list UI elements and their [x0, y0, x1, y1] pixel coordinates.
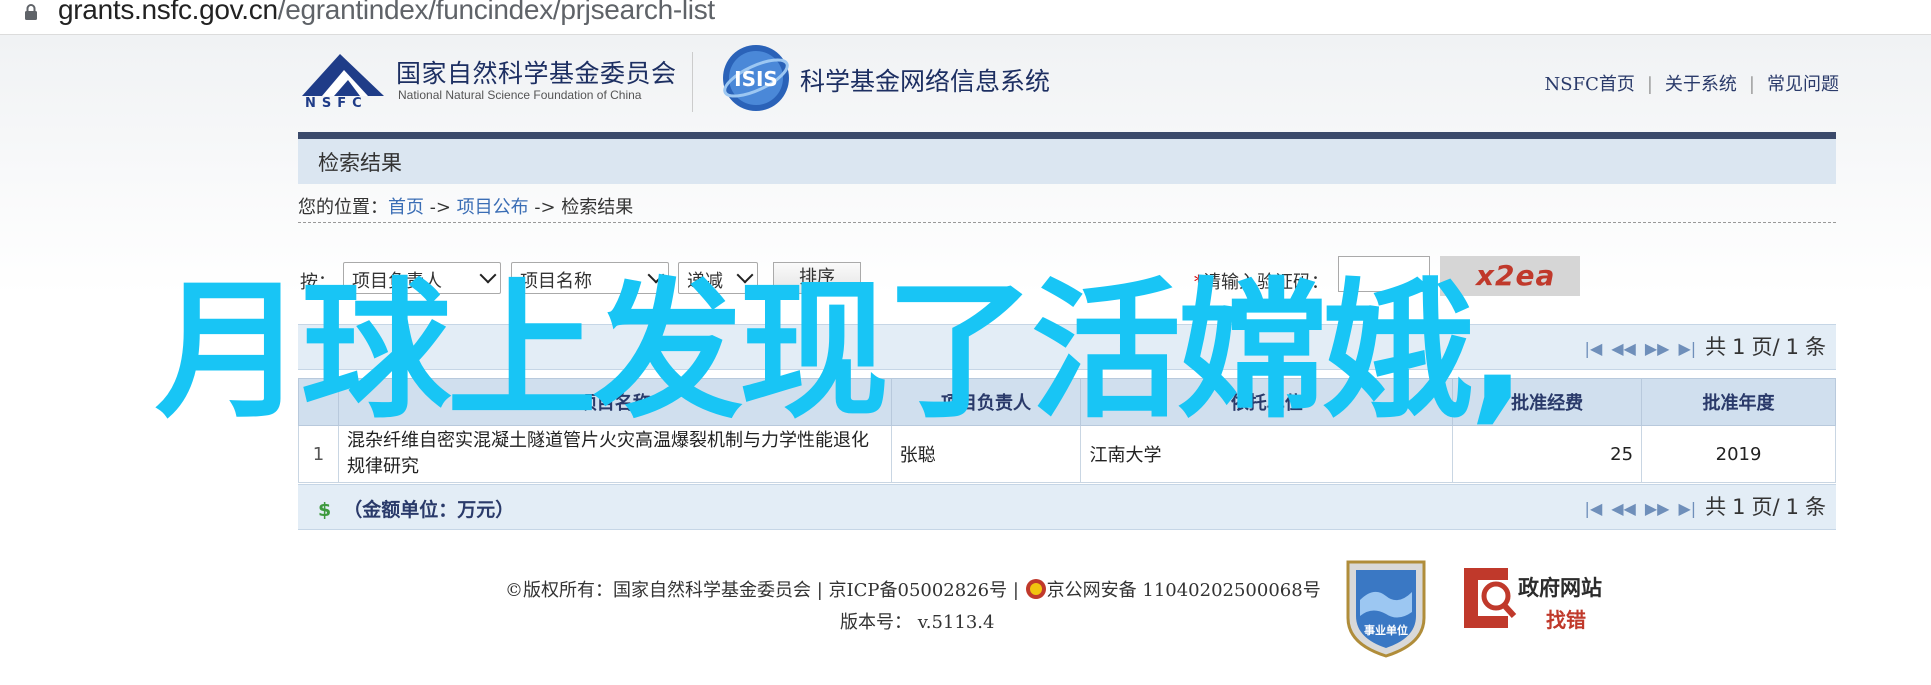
sort-button[interactable]: 排序: [773, 262, 861, 294]
pager-middle: 页/: [1751, 335, 1780, 359]
pager-suffix: 条: [1805, 495, 1826, 519]
sort-order-select[interactable]: 递减: [678, 262, 758, 294]
prev-page-icon[interactable]: ◀◀: [1611, 499, 1636, 518]
last-page-icon[interactable]: ▶|: [1678, 339, 1696, 358]
amount-unit-text: （金额单位：万元）: [343, 499, 515, 521]
table-header-row: 项目名称 项目负责人 依托单位 批准经费 批准年度: [298, 378, 1836, 426]
amount-unit-note: $ （金额单位：万元）: [318, 495, 514, 522]
sort-label: 按：: [300, 272, 336, 293]
chevron-down-icon: [479, 266, 497, 284]
breadcrumb-current: 检索结果: [561, 197, 634, 218]
shield-label: 事业单位: [1364, 623, 1408, 637]
nav-faq[interactable]: 常见问题: [1767, 74, 1839, 95]
pager-bar-top: |◀ ◀◀ ▶▶ ▶| 共 1 页/1 条: [298, 324, 1836, 370]
results-table: 项目名称 项目负责人 依托单位 批准经费 批准年度 1 混杂纤维自密实混凝土隧道…: [298, 378, 1836, 483]
breadcrumb: 您的位置：首页 -> 项目公布 -> 检索结果: [298, 193, 633, 219]
first-page-icon[interactable]: |◀: [1585, 339, 1603, 358]
sort-field2-select[interactable]: 项目名称: [511, 262, 669, 294]
funding-cell: 25: [1452, 425, 1643, 483]
url-path: /egrantindex/funcindex/prjsearch-list: [277, 0, 715, 25]
lock-icon: [25, 4, 37, 20]
project-name-cell[interactable]: 混杂纤维自密实混凝土隧道管片火灾高温爆裂机制与力学性能退化规律研究: [337, 425, 892, 483]
sort-order-value: 递减: [687, 271, 723, 292]
org-name-cn: 国家自然科学基金委员会: [396, 59, 677, 88]
gov-site-label[interactable]: 政府网站: [1518, 572, 1602, 602]
system-title: 科学基金网络信息系统: [800, 67, 1051, 96]
breadcrumb-sep: ->: [429, 197, 451, 218]
column-header[interactable]: 批准年度: [1641, 378, 1836, 426]
required-mark: *: [1194, 272, 1203, 293]
pager-suffix: 条: [1805, 335, 1826, 359]
pager-current: 1: [1732, 335, 1746, 359]
pager-bottom: |◀ ◀◀ ▶▶ ▶| 共 1 页/1 条: [1585, 491, 1826, 521]
url-host: grants.nsfc.gov.cn: [58, 0, 278, 25]
section-title-bar: 检索结果: [298, 139, 1836, 184]
institution-shield-icon[interactable]: 事业单位: [1344, 556, 1428, 658]
browser-address-bar[interactable]: grants.nsfc.gov.cn/egrantindex/funcindex…: [0, 0, 1931, 35]
pager-top: |◀ ◀◀ ▶▶ ▶| 共 1 页/1 条: [1585, 331, 1826, 361]
next-page-icon[interactable]: ▶▶: [1645, 499, 1670, 518]
copyright-line: ©版权所有：国家自然科学基金委员会 | 京ICP备05002826号 | 京公网…: [505, 576, 1321, 602]
version-text: 版本号： v.5113.4: [840, 612, 995, 633]
institution-cell: 江南大学: [1080, 425, 1454, 483]
chevron-down-icon: [647, 266, 665, 284]
sort-field1-select[interactable]: 项目负责人: [343, 262, 501, 294]
column-header: [298, 378, 339, 426]
column-header[interactable]: 项目负责人: [890, 378, 1082, 426]
last-page-icon[interactable]: ▶|: [1678, 499, 1696, 518]
first-page-icon[interactable]: |◀: [1585, 499, 1603, 518]
police-record-link[interactable]: 京公网安备 11040202500068号: [1047, 580, 1321, 601]
dashed-divider: [298, 222, 1836, 223]
section-top-bar: [298, 132, 1836, 139]
pager-prefix: 共: [1705, 495, 1727, 519]
svg-text:ISIS: ISIS: [734, 67, 778, 91]
top-nav: NSFC首页 | 关于系统 | 常见问题: [1545, 70, 1840, 96]
pager-total: 1: [1785, 335, 1799, 359]
next-page-icon[interactable]: ▶▶: [1645, 339, 1670, 358]
pager-current: 1: [1732, 495, 1746, 519]
sort-field1-value: 项目负责人: [352, 271, 442, 292]
pager-total: 1: [1785, 495, 1799, 519]
column-header[interactable]: 项目名称: [337, 378, 892, 426]
captcha-label-text: 请输入验证码：: [1203, 272, 1329, 293]
pager-prefix: 共: [1705, 335, 1727, 359]
org-name-en: National Natural Science Foundation of C…: [398, 88, 642, 102]
isis-logo-icon[interactable]: ISIS: [720, 42, 792, 114]
sort-field2-value: 项目名称: [520, 271, 592, 292]
pager-bar-bottom: $ （金额单位：万元） |◀ ◀◀ ▶▶ ▶| 共 1 页/1 条: [298, 484, 1836, 530]
gov-site-error-label[interactable]: 找错: [1546, 604, 1586, 633]
police-badge-icon: [1025, 579, 1046, 599]
nav-separator: |: [1646, 74, 1653, 95]
chevron-down-icon: [736, 266, 754, 284]
breadcrumb-sep: ->: [534, 197, 556, 218]
captcha-label: *请输入验证码：: [1194, 268, 1329, 294]
nav-nsfc-home[interactable]: NSFC首页: [1545, 74, 1635, 95]
section-title: 检索结果: [318, 151, 402, 175]
url-text[interactable]: grants.nsfc.gov.cn/egrantindex/funcindex…: [58, 0, 715, 26]
year-cell: 2019: [1641, 425, 1836, 483]
breadcrumb-projects[interactable]: 项目公布: [457, 197, 529, 218]
money-icon: $: [318, 499, 332, 521]
pi-name-cell: 张聪: [890, 425, 1082, 483]
captcha-image[interactable]: x2ea: [1440, 256, 1580, 296]
captcha-input[interactable]: [1338, 256, 1430, 292]
row-index: 1: [298, 425, 339, 483]
nav-separator: |: [1748, 74, 1755, 95]
breadcrumb-home[interactable]: 首页: [388, 197, 424, 218]
nav-about-system[interactable]: 关于系统: [1665, 74, 1737, 95]
column-header[interactable]: 依托单位: [1080, 378, 1454, 426]
column-header[interactable]: 批准经费: [1452, 378, 1643, 426]
copyright-text: ©版权所有：国家自然科学基金委员会 | 京ICP备05002826号 |: [505, 580, 1019, 601]
header-divider: [692, 52, 693, 112]
pager-middle: 页/: [1751, 495, 1780, 519]
nsfc-letters: NSFC: [305, 96, 368, 111]
prev-page-icon[interactable]: ◀◀: [1611, 339, 1636, 358]
table-row[interactable]: 1 混杂纤维自密实混凝土隧道管片火灾高温爆裂机制与力学性能退化规律研究 张聪 江…: [298, 425, 1836, 483]
breadcrumb-prefix: 您的位置：: [298, 197, 388, 218]
